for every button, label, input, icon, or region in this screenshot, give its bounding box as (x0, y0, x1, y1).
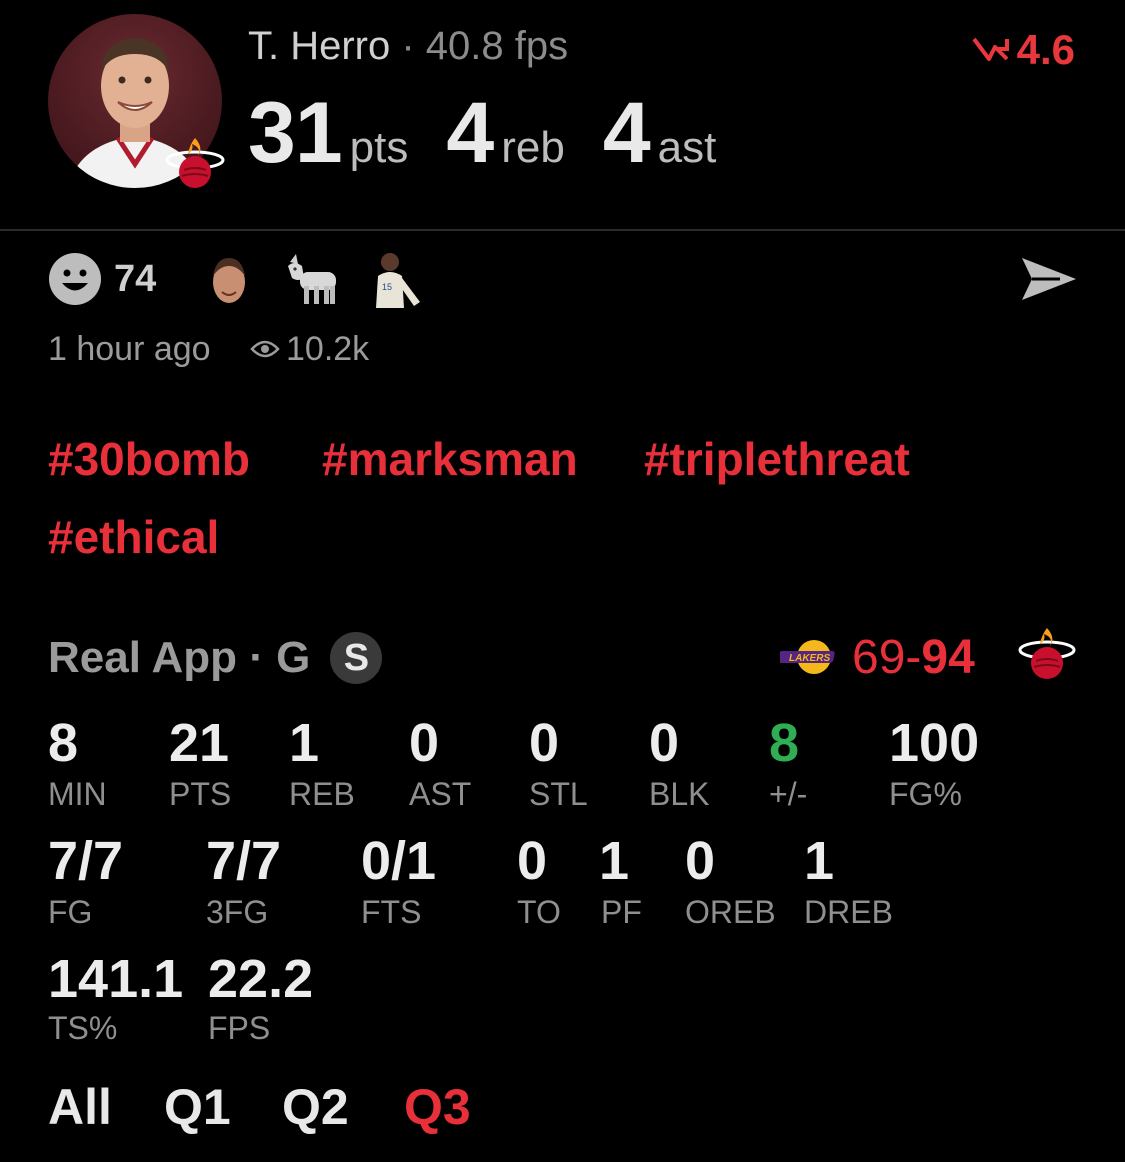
hashtag[interactable]: #ethical (48, 510, 219, 564)
stat-value-fps: 22.2 (208, 949, 314, 1009)
stat-label-oreb: OREB (685, 894, 776, 930)
stat-label-ast: AST (409, 776, 472, 812)
stat-value-pf: 1 (599, 831, 630, 891)
stat-value-fg: 7/7 (48, 831, 124, 891)
stat-label-dreb: DREB (804, 894, 893, 930)
player-name-line[interactable]: T. Herro · 40.8 fps (248, 24, 568, 69)
headline-stats: 31 pts 4 reb 4 ast (248, 84, 754, 183)
reaction-count: 74 (114, 258, 157, 300)
basketball-player-emoji-icon[interactable]: 15 (368, 250, 428, 308)
tab-q3[interactable]: Q3 (404, 1078, 471, 1136)
game-label-text: Real App · G (48, 633, 311, 682)
eye-icon (250, 338, 280, 360)
view-count: 10.2k (286, 330, 370, 368)
fantasy-points: 40.8 fps (425, 24, 569, 68)
goat-emoji-icon[interactable] (284, 252, 342, 306)
stat-value-ts-pct: 141.1 (48, 949, 184, 1009)
stat-value-blk: 0 (649, 713, 680, 773)
game-info[interactable]: Real App · G S (48, 632, 383, 684)
stat-value-ast: 0 (409, 713, 440, 773)
player-face-emoji-icon[interactable] (208, 254, 250, 306)
tab-q2[interactable]: Q2 (282, 1078, 349, 1136)
rebounds-value: 4 (446, 85, 494, 181)
player-name: T. Herro (248, 24, 391, 68)
points-unit: pts (349, 123, 409, 172)
stat-label-stl: STL (529, 776, 588, 812)
score-separator: - (905, 631, 922, 684)
stat-value-oreb: 0 (685, 831, 716, 891)
stat-value-fts: 0/1 (361, 831, 437, 891)
smile-icon[interactable] (48, 252, 102, 306)
hashtag[interactable]: #triplethreat (644, 432, 910, 486)
stat-value-stl: 0 (529, 713, 560, 773)
stat-value-to: 0 (517, 831, 548, 891)
stat-value-pts: 21 (169, 713, 230, 773)
stat-value-dreb: 1 (804, 831, 835, 891)
separator: · (390, 24, 426, 68)
assists-value: 4 (602, 85, 651, 181)
stat-label-pts: PTS (169, 776, 232, 812)
stat-label-to: TO (517, 894, 561, 930)
stat-value-reb: 1 (289, 713, 320, 773)
stat-label-fps: FPS (208, 1010, 271, 1046)
trend-down-icon (972, 37, 1009, 61)
heat-logo-icon (164, 134, 226, 196)
rebounds-unit: reb (501, 123, 565, 172)
stat-value-min: 8 (48, 713, 79, 773)
stat-label-fg-pct: FG% (889, 776, 962, 812)
tab-all[interactable]: All (48, 1078, 112, 1136)
tab-q1[interactable]: Q1 (164, 1078, 231, 1136)
stat-label-3fg: 3FG (206, 894, 269, 930)
svg-text:LAKERS: LAKERS (789, 653, 830, 664)
stat-label-min: MIN (48, 776, 107, 812)
hashtag[interactable]: #marksman (322, 432, 578, 486)
stat-value-fg-pct: 100 (889, 713, 980, 773)
stat-value-plus-minus: 8 (769, 713, 800, 773)
trend-value: 4.6 (1016, 26, 1075, 73)
stat-label-ts-pct: TS% (48, 1010, 118, 1046)
hashtag[interactable]: #30bomb (48, 432, 250, 486)
stat-label-fts: FTS (361, 894, 422, 930)
lakers-logo-icon: LAKERS (777, 638, 840, 676)
home-score: 94 (921, 631, 975, 684)
game-score[interactable]: 69-94 (852, 630, 975, 685)
send-icon[interactable] (1020, 254, 1078, 304)
svg-text:15: 15 (382, 282, 392, 292)
stat-label-plus-minus: +/- (769, 776, 808, 812)
stat-label-blk: BLK (649, 776, 710, 812)
trend-indicator: 4.6 (971, 26, 1075, 74)
away-score: 69 (852, 631, 906, 684)
timestamp: 1 hour ago (48, 330, 211, 368)
points-value: 31 (248, 85, 343, 181)
assists-unit: ast (657, 123, 717, 172)
stat-label-reb: REB (289, 776, 355, 812)
stat-label-fg: FG (48, 894, 93, 930)
stat-value-3fg: 7/7 (206, 831, 282, 891)
status-badge: S (330, 632, 383, 684)
stat-label-pf: PF (601, 894, 642, 930)
divider (0, 229, 1125, 231)
heat-logo-icon (1018, 626, 1076, 684)
